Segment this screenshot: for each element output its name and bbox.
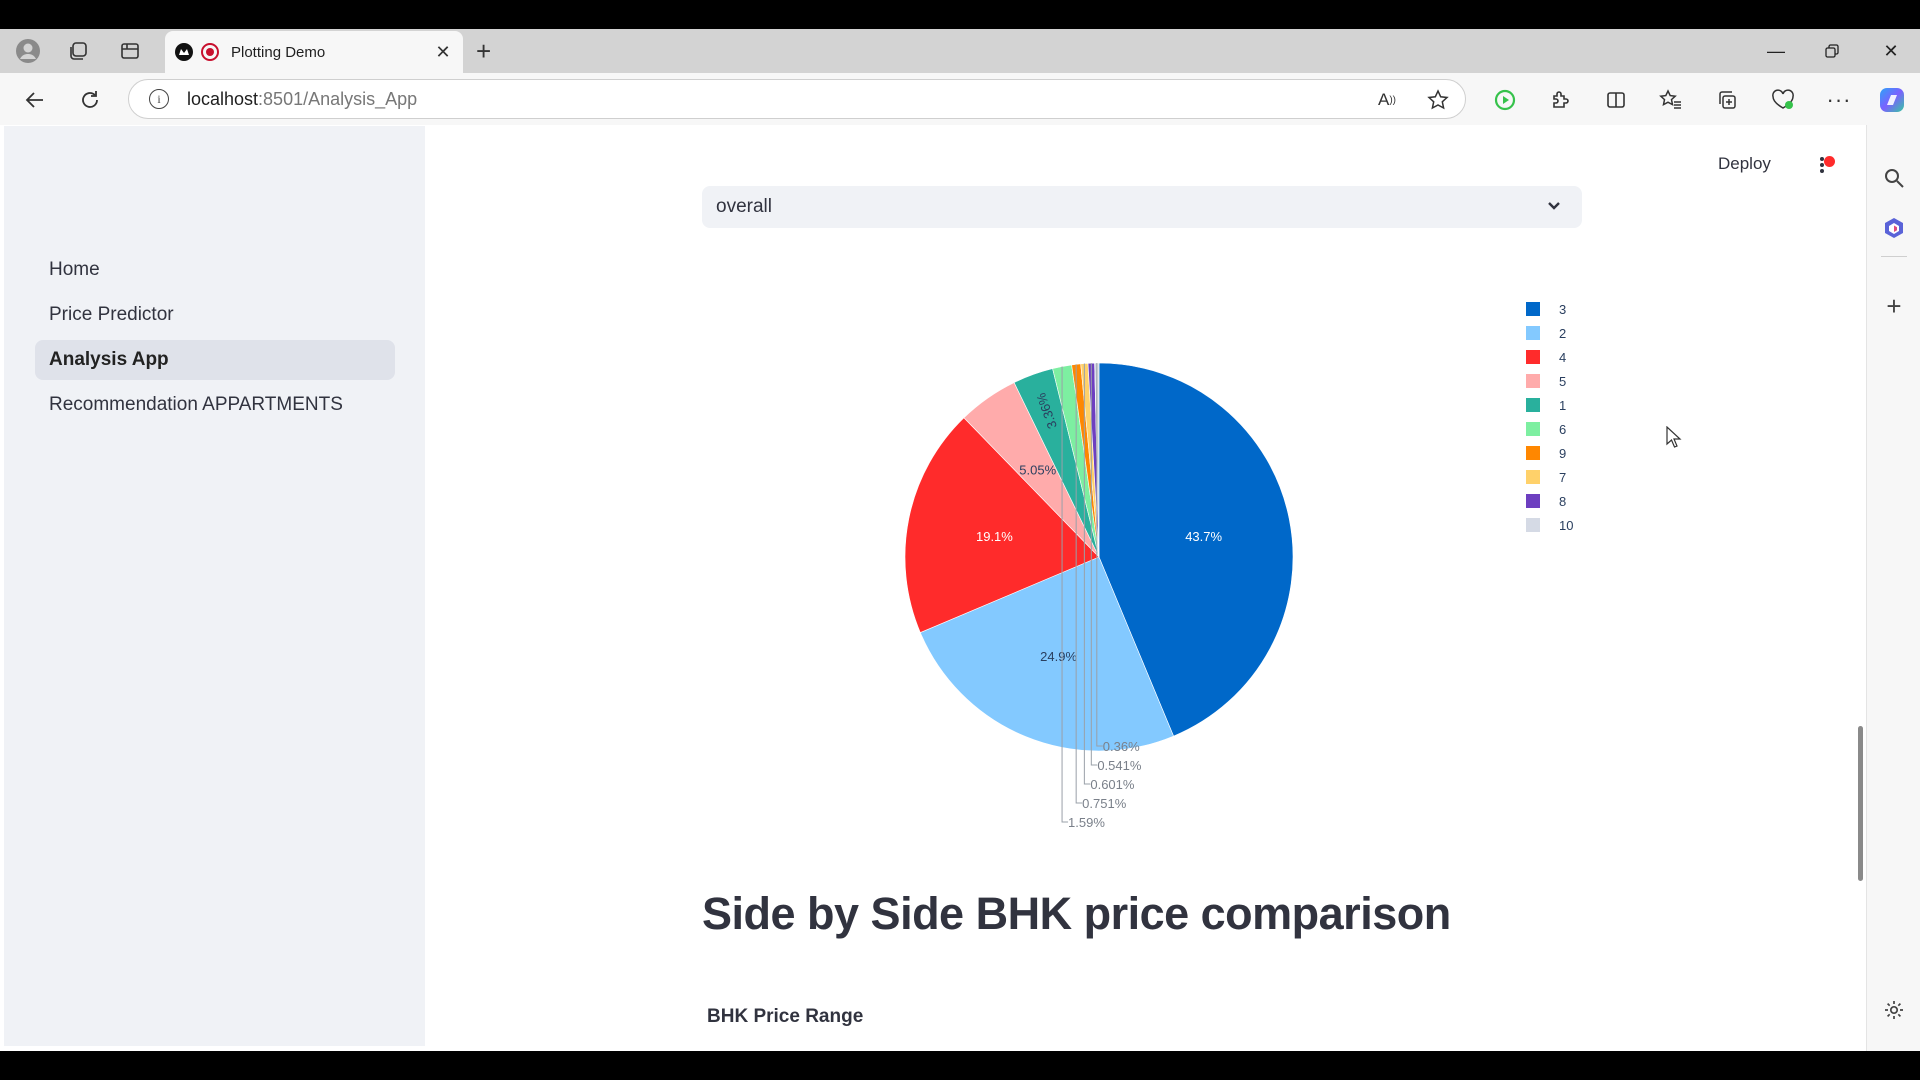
browser-toolbar: i localhost:8501/Analysis_App A)) ··· [0, 73, 1920, 170]
tab-actions-icon[interactable] [116, 37, 144, 65]
pie-value-label: 19.1% [976, 529, 1013, 544]
pie-value-label: 43.7% [1185, 529, 1222, 544]
pie-value-label: 0.541% [1097, 758, 1142, 773]
legend-swatch [1526, 470, 1540, 484]
edge-sidebar: + [1866, 125, 1920, 1051]
legend-swatch [1526, 446, 1540, 460]
legend-label[interactable]: 4 [1559, 350, 1566, 365]
legend-label[interactable]: 2 [1559, 326, 1566, 341]
sidebar-office-icon[interactable] [1881, 215, 1907, 241]
pie-value-label: 5.05% [1019, 463, 1056, 478]
legend-swatch [1526, 326, 1540, 340]
legend-swatch [1526, 302, 1540, 316]
collections-icon[interactable] [1712, 85, 1742, 115]
refresh-icon[interactable] [75, 85, 105, 115]
new-tab-icon[interactable]: + [476, 37, 491, 65]
sidebar-search-icon[interactable] [1881, 165, 1907, 191]
pie-value-label: 0.36% [1103, 739, 1140, 754]
address-bar[interactable]: i localhost:8501/Analysis_App [128, 79, 1466, 119]
url-path: :8501/Analysis_App [258, 88, 418, 109]
legend-swatch [1526, 422, 1540, 436]
legend-label[interactable]: 7 [1559, 470, 1566, 485]
read-aloud-icon[interactable]: A)) [1372, 85, 1402, 115]
chart-legend: 3 2 4 5 1 6 9 7 8 10 [1526, 302, 1573, 533]
legend-label[interactable]: 3 [1559, 302, 1566, 317]
workspaces-icon[interactable] [64, 37, 92, 65]
browser-essentials-icon[interactable] [1768, 85, 1798, 115]
sidebar-add-icon[interactable]: + [1881, 291, 1907, 321]
favorites-icon[interactable] [1656, 85, 1686, 115]
mouse-cursor-icon [1666, 426, 1682, 448]
streamlit-favicon-icon [175, 43, 193, 61]
sidebar-divider [1881, 256, 1907, 257]
legend-swatch [1526, 350, 1540, 364]
back-icon[interactable] [20, 85, 50, 115]
pie-value-label: 0.751% [1082, 796, 1127, 811]
sidebar-settings-icon[interactable] [1881, 997, 1907, 1023]
chart-subheading: BHK Price Range [707, 1006, 864, 1027]
legend-label[interactable]: 8 [1559, 494, 1566, 509]
site-info-icon[interactable]: i [149, 89, 169, 109]
legend-label[interactable]: 1 [1559, 398, 1566, 413]
minimize-icon[interactable]: — [1756, 37, 1796, 65]
page-scrollbar[interactable] [1858, 726, 1863, 881]
split-screen-icon[interactable] [1601, 85, 1631, 115]
recording-icon [201, 43, 219, 61]
tab-close-icon[interactable]: ✕ [433, 42, 453, 63]
legend-label[interactable]: 5 [1559, 374, 1566, 389]
legend-swatch [1526, 374, 1540, 388]
copilot-icon[interactable] [1877, 85, 1907, 115]
pie-value-label: 24.9% [1040, 649, 1077, 664]
more-options-icon[interactable]: ··· [1824, 85, 1854, 115]
section-heading: Side by Side BHK price comparison [702, 888, 1451, 939]
extensions-icon[interactable] [1545, 85, 1575, 115]
favorite-star-icon[interactable] [1423, 85, 1453, 115]
url-host: localhost [187, 88, 259, 109]
streamlit-app: Home Price Predictor Analysis App Recomm… [4, 126, 1866, 1046]
legend-label[interactable]: 9 [1559, 446, 1566, 461]
pie-value-label: 0.601% [1090, 777, 1135, 792]
legend-swatch [1526, 398, 1540, 412]
tab-title: Plotting Demo [231, 43, 326, 61]
legend-swatch [1526, 518, 1540, 532]
restore-icon[interactable] [1812, 37, 1852, 65]
profile-icon[interactable] [14, 37, 42, 65]
close-window-icon[interactable]: ✕ [1871, 37, 1911, 65]
legend-label[interactable]: 10 [1559, 518, 1573, 533]
tab-plotting-demo[interactable]: Plotting Demo ✕ [165, 31, 463, 73]
browser-window: Plotting Demo ✕ + — ✕ i localhost:8501/A… [0, 29, 1920, 1051]
pie-value-label: 1.59% [1068, 815, 1105, 830]
legend-label[interactable]: 6 [1559, 422, 1566, 437]
legend-swatch [1526, 494, 1540, 508]
tab-strip: Plotting Demo ✕ + — ✕ [0, 29, 1920, 73]
extension-play-icon[interactable] [1490, 85, 1520, 115]
